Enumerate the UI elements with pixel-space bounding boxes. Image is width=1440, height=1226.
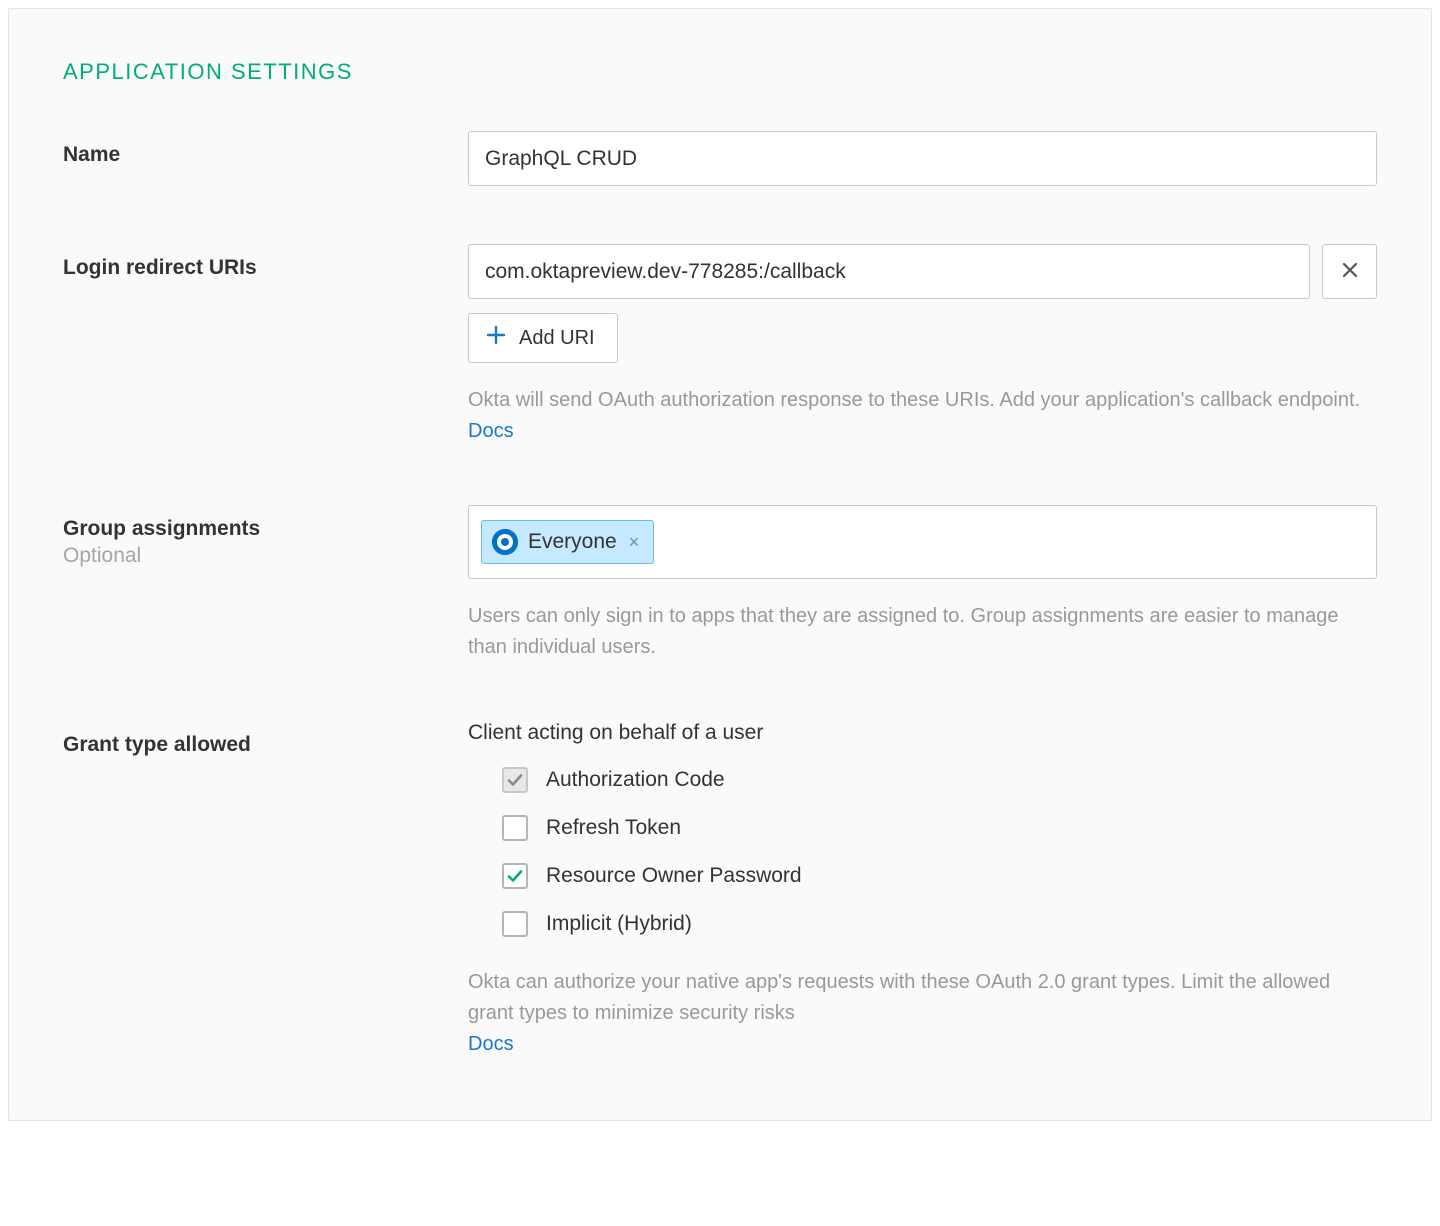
grant-option-implicit-hybrid: Implicit (Hybrid) [502,911,1377,937]
grant-type-subheader: Client acting on behalf of a user [468,721,1377,745]
name-input[interactable] [468,131,1377,186]
checkbox-label: Implicit (Hybrid) [546,912,692,936]
grant-option-refresh-token: Refresh Token [502,815,1377,841]
section-title: APPLICATION SETTINGS [63,59,1377,85]
grant-option-resource-owner-password: Resource Owner Password [502,863,1377,889]
group-assignments-label-col: Group assignments Optional [63,505,468,568]
group-tag-input[interactable]: Everyone × [468,505,1377,579]
uri-row [468,244,1377,299]
group-assignments-field-col: Everyone × Users can only sign in to app… [468,505,1377,663]
name-field-col [468,131,1377,186]
group-assignments-sublabel: Optional [63,544,468,568]
checkbox-label: Refresh Token [546,816,681,840]
group-assignments-row: Group assignments Optional Everyone × [63,505,1377,663]
checkbox-implicit-hybrid[interactable] [502,911,528,937]
grant-type-help: Okta can authorize your native app's req… [468,967,1377,1060]
plus-icon [485,324,507,352]
add-uri-label: Add URI [519,327,595,350]
checkbox-resource-owner-password[interactable] [502,863,528,889]
close-icon [1340,260,1360,283]
grant-option-authorization-code: Authorization Code [502,767,1377,793]
group-tag-label: Everyone [528,530,617,554]
group-tag-remove[interactable]: × [629,532,640,553]
checkbox-label: Authorization Code [546,768,725,792]
login-redirect-label-col: Login redirect URIs [63,244,468,281]
grant-type-label-col: Grant type allowed [63,721,468,758]
remove-uri-button[interactable] [1322,244,1377,299]
group-assignments-help: Users can only sign in to apps that they… [468,601,1377,663]
login-redirect-field-col: Add URI Okta will send OAuth authorizati… [468,244,1377,447]
checkbox-authorization-code [502,767,528,793]
name-label: Name [63,141,468,168]
grant-type-docs-link[interactable]: Docs [468,1033,514,1055]
login-redirect-row: Login redirect URIs Add URI Okta will se… [63,244,1377,447]
redirect-uri-input[interactable] [468,244,1310,299]
checkbox-label: Resource Owner Password [546,864,802,888]
group-tag: Everyone × [481,520,654,564]
application-settings-panel: APPLICATION SETTINGS Name Login redirect… [8,8,1432,1121]
group-icon [492,529,518,555]
login-redirect-docs-link[interactable]: Docs [468,420,514,442]
login-redirect-help: Okta will send OAuth authorization respo… [468,385,1377,447]
grant-type-label: Grant type allowed [63,731,468,758]
name-row: Name [63,131,1377,186]
login-redirect-label: Login redirect URIs [63,254,468,281]
add-uri-button[interactable]: Add URI [468,313,618,363]
name-label-col: Name [63,131,468,168]
grant-type-row: Grant type allowed Client acting on beha… [63,721,1377,1060]
group-assignments-label: Group assignments [63,515,468,542]
grant-type-field-col: Client acting on behalf of a user Author… [468,721,1377,1060]
checkbox-refresh-token[interactable] [502,815,528,841]
